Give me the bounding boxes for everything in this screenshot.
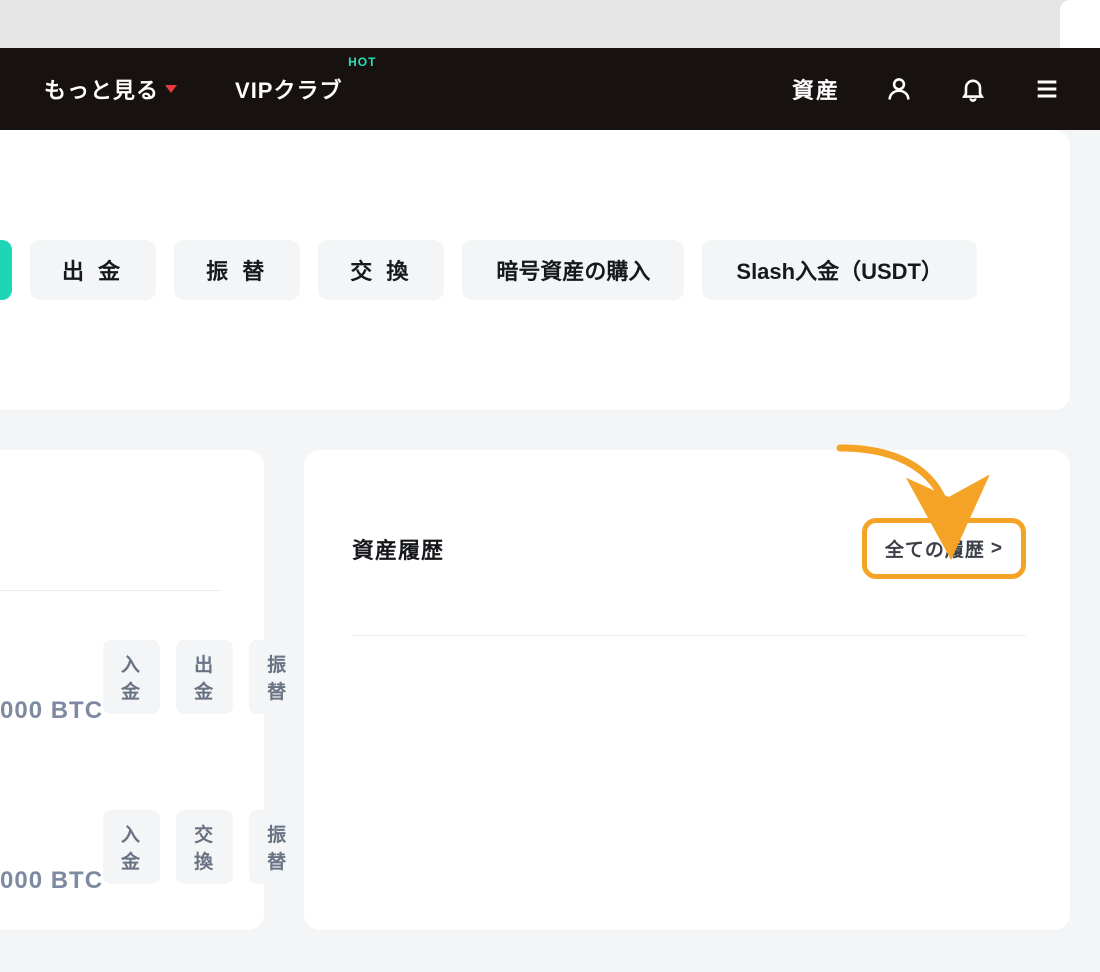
- buy-crypto-button[interactable]: 暗号資産の購入: [462, 240, 684, 300]
- asset-history-header: 資産履歴 全ての履歴 >: [352, 518, 1026, 636]
- all-history-label: 全ての履歴: [885, 535, 985, 562]
- asset-row-actions: 入金 出金 振替: [103, 640, 306, 714]
- mini-deposit-button[interactable]: 入金: [103, 640, 160, 714]
- bell-icon[interactable]: [958, 74, 988, 104]
- assets-list-panel: 000 BTC 入金 出金 振替 000 BTC 入金 交換 振替: [0, 450, 264, 930]
- mini-deposit-button[interactable]: 入金: [103, 810, 160, 884]
- asset-history-panel: 資産履歴 全ての履歴 >: [304, 450, 1070, 930]
- mini-transfer-button[interactable]: 振替: [249, 640, 306, 714]
- asset-amount: 000 BTC: [0, 867, 103, 895]
- hot-badge: HOT: [348, 55, 376, 69]
- asset-amount: 000 BTC: [0, 697, 103, 725]
- nav-vip-club[interactable]: VIPクラブ HOT: [235, 73, 342, 105]
- nav-more-label: もっと見る: [44, 73, 159, 105]
- chevron-right-icon: >: [991, 538, 1003, 560]
- nav-left: もっと見る VIPクラブ HOT: [44, 73, 342, 105]
- all-history-button[interactable]: 全ての履歴 >: [862, 518, 1026, 579]
- mini-exchange-button[interactable]: 交換: [176, 810, 233, 884]
- panels-row: 000 BTC 入金 出金 振替 000 BTC 入金 交換 振替 資産履歴: [0, 450, 1070, 930]
- mini-withdraw-button[interactable]: 出金: [176, 640, 233, 714]
- exchange-button[interactable]: 交 換: [318, 240, 444, 300]
- asset-row: 000 BTC 入金 出金 振替: [0, 640, 222, 714]
- mini-transfer-button[interactable]: 振替: [249, 810, 306, 884]
- slash-deposit-button[interactable]: Slash入金（USDT）: [702, 240, 977, 300]
- menu-icon[interactable]: [1032, 74, 1062, 104]
- active-tab-sliver[interactable]: [0, 240, 12, 300]
- asset-row: 000 BTC 入金 交換 振替: [0, 810, 222, 884]
- withdraw-button[interactable]: 出 金: [30, 240, 156, 300]
- transfer-button[interactable]: 振 替: [174, 240, 300, 300]
- action-buttons-card: 出 金 振 替 交 換 暗号資産の購入 Slash入金（USDT）: [0, 130, 1070, 410]
- nav-vip-label: VIPクラブ: [235, 73, 342, 105]
- nav-more[interactable]: もっと見る: [44, 73, 177, 105]
- nav-right: 資産: [792, 73, 1062, 105]
- user-icon[interactable]: [884, 74, 914, 104]
- asset-row-actions: 入金 交換 振替: [103, 810, 306, 884]
- page-body: 出 金 振 替 交 換 暗号資産の購入 Slash入金（USDT） 000 BT…: [0, 130, 1100, 930]
- browser-chrome: [0, 0, 1100, 48]
- asset-history-title: 資産履歴: [352, 533, 444, 565]
- app-header: もっと見る VIPクラブ HOT 資産: [0, 48, 1100, 130]
- nav-assets[interactable]: 資産: [792, 73, 840, 105]
- chevron-down-icon: [165, 85, 177, 93]
